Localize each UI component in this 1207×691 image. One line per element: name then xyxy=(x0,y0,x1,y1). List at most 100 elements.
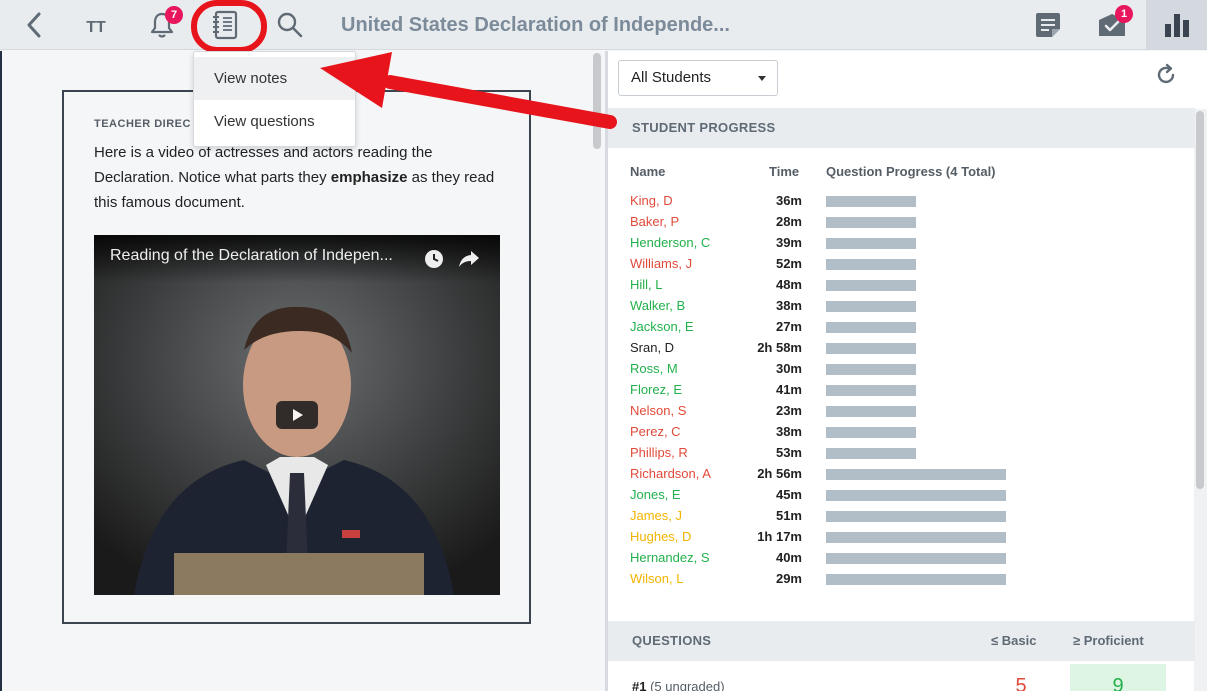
refresh-icon[interactable] xyxy=(1154,63,1178,87)
student-row[interactable]: Wilson, L 29m xyxy=(608,569,1195,590)
student-row[interactable]: Phillips, R 53m xyxy=(608,443,1195,464)
progress-bar xyxy=(826,427,916,438)
progress-bar xyxy=(826,196,916,207)
note-icon xyxy=(1036,13,1060,37)
right-scrollbar[interactable] xyxy=(1196,111,1204,489)
student-name[interactable]: Jackson, E xyxy=(630,319,694,334)
menu-item-view-notes[interactable]: View notes xyxy=(194,57,355,100)
student-progress-button[interactable] xyxy=(1146,0,1207,50)
progress-bar xyxy=(826,553,1006,564)
progress-bar xyxy=(826,343,916,354)
student-name[interactable]: Walker, B xyxy=(630,298,685,313)
progress-bar xyxy=(826,574,1006,585)
progress-bar xyxy=(826,322,916,333)
student-row[interactable]: Hernandez, S 40m xyxy=(608,548,1195,569)
card-text-emphasis: emphasize xyxy=(330,169,408,186)
student-row[interactable]: Hughes, D 1h 17m xyxy=(608,527,1195,548)
progress-pane: All Students STUDENT PROGRESS Name Time … xyxy=(608,51,1207,691)
col-header-basic: ≤ Basic xyxy=(991,633,1037,648)
play-button[interactable] xyxy=(276,401,318,429)
student-time: 53m xyxy=(775,445,802,460)
student-time: 51m xyxy=(775,508,802,523)
student-name[interactable]: Baker, P xyxy=(630,214,679,229)
student-row[interactable]: Jones, E 45m xyxy=(608,485,1195,506)
student-filter-value: All Students xyxy=(631,69,712,86)
student-name[interactable]: Henderson, C xyxy=(630,235,710,250)
progress-bar xyxy=(826,406,916,417)
student-name[interactable]: Jones, E xyxy=(630,487,681,502)
col-header-time: Time xyxy=(769,164,800,179)
student-name[interactable]: Hughes, D xyxy=(630,529,691,544)
progress-bar xyxy=(826,511,1006,522)
student-time: 45m xyxy=(775,487,802,502)
student-row[interactable]: Ross, M 30m xyxy=(608,359,1195,380)
student-time: 29m xyxy=(775,571,802,586)
student-name[interactable]: Perez, C xyxy=(630,424,681,439)
progress-bar xyxy=(826,364,916,375)
student-name[interactable]: Ross, M xyxy=(630,361,678,376)
student-row[interactable]: Richardson, A 2h 56m xyxy=(608,464,1195,485)
student-name[interactable]: Richardson, A xyxy=(630,466,711,481)
left-scrollbar[interactable] xyxy=(593,53,601,149)
student-row[interactable]: James, J 51m xyxy=(608,506,1195,527)
student-name[interactable]: Hernandez, S xyxy=(630,550,710,565)
student-row[interactable]: Baker, P 28m xyxy=(608,212,1195,233)
share-icon[interactable] xyxy=(458,249,480,269)
student-time: 41m xyxy=(775,382,802,397)
student-row[interactable]: Henderson, C 39m xyxy=(608,233,1195,254)
student-time: 38m xyxy=(775,424,802,439)
chevron-left-icon xyxy=(27,12,41,38)
notifications-badge: 7 xyxy=(165,6,183,24)
play-icon xyxy=(293,409,303,421)
progress-bar xyxy=(826,301,916,312)
student-time: 2h 58m xyxy=(757,340,802,355)
back-button[interactable] xyxy=(18,0,50,50)
progress-bar xyxy=(826,259,916,270)
progress-bar xyxy=(826,532,1006,543)
student-row[interactable]: Florez, E 41m xyxy=(608,380,1195,401)
student-time: 38m xyxy=(775,298,802,313)
search-icon xyxy=(277,12,303,38)
student-row[interactable]: King, D 36m xyxy=(608,191,1195,212)
search-button[interactable] xyxy=(274,0,306,50)
student-row[interactable]: Walker, B 38m xyxy=(608,296,1195,317)
student-row[interactable]: Sran, D 2h 58m xyxy=(608,338,1195,359)
student-row[interactable]: Hill, L 48m xyxy=(608,275,1195,296)
student-row[interactable]: Perez, C 38m xyxy=(608,422,1195,443)
notes-panel-button[interactable] xyxy=(1031,0,1065,50)
student-time: 39m xyxy=(775,235,802,250)
student-name[interactable]: Phillips, R xyxy=(630,445,688,460)
student-name[interactable]: Nelson, S xyxy=(630,403,686,418)
card-label: TEACHER DIREC xyxy=(94,118,191,130)
student-name[interactable]: Williams, J xyxy=(630,256,692,271)
col-header-progress: Question Progress (4 Total) xyxy=(826,164,996,179)
progress-bar xyxy=(826,385,916,396)
page-title: United States Declaration of Independe..… xyxy=(341,14,730,36)
student-filter-select[interactable]: All Students xyxy=(618,60,778,96)
question-row-label[interactable]: #1 (5 ungraded) xyxy=(632,679,725,691)
top-toolbar: TT 7 United States Declaration of Indepe… xyxy=(0,0,1207,53)
student-row[interactable]: Jackson, E 27m xyxy=(608,317,1195,338)
student-row[interactable]: Nelson, S 23m xyxy=(608,401,1195,422)
text-size-icon: TT xyxy=(86,12,106,38)
col-header-name: Name xyxy=(630,164,666,179)
student-time: 2h 56m xyxy=(757,466,802,481)
text-size-button[interactable]: TT xyxy=(78,0,114,50)
student-time: 23m xyxy=(775,403,802,418)
student-name[interactable]: King, D xyxy=(630,193,673,208)
menu-item-view-questions[interactable]: View questions xyxy=(194,100,355,143)
student-name[interactable]: Wilson, L xyxy=(630,571,683,586)
video-player[interactable]: Reading of the Declaration of Indepen... xyxy=(94,235,500,595)
highlight-circle xyxy=(191,0,267,53)
student-progress-heading: STUDENT PROGRESS xyxy=(608,108,1195,148)
clock-icon[interactable] xyxy=(424,249,444,269)
student-name[interactable]: Sran, D xyxy=(630,340,674,355)
caret-down-icon xyxy=(758,76,766,81)
student-name[interactable]: Florez, E xyxy=(630,382,682,397)
student-time: 48m xyxy=(775,277,802,292)
student-row[interactable]: Williams, J 52m xyxy=(608,254,1195,275)
question-basic-count: 5 xyxy=(1015,675,1027,691)
student-name[interactable]: James, J xyxy=(630,508,682,523)
student-name[interactable]: Hill, L xyxy=(630,277,663,292)
student-time: 30m xyxy=(775,361,802,376)
